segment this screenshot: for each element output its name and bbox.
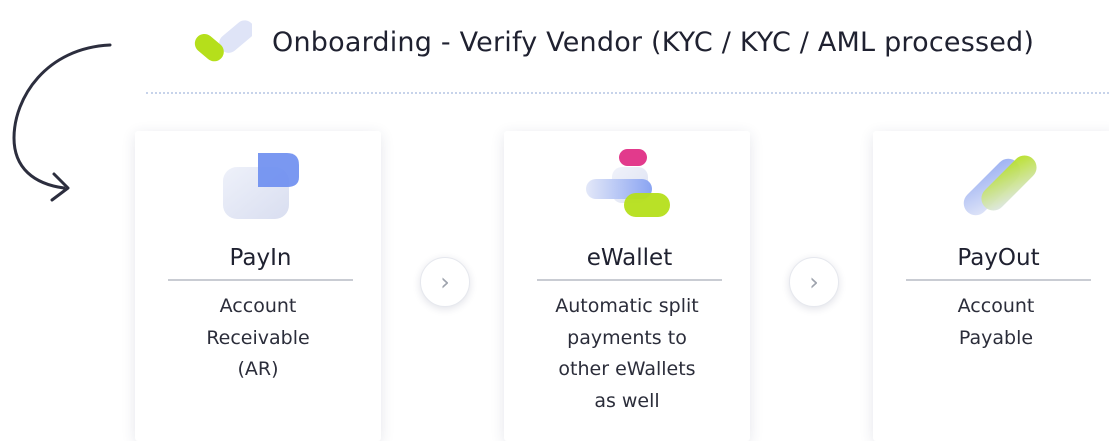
card-description: Account Payable (957, 295, 1035, 349)
header: Onboarding - Verify Vendor (KYC / KYC / … (190, 14, 1034, 70)
payout-card: PayOut Account Payable (873, 131, 1109, 441)
next-step-button[interactable]: › (789, 257, 839, 307)
payin-icon (223, 153, 299, 219)
next-step-button[interactable]: › (420, 257, 470, 307)
check-icon (190, 17, 255, 67)
curved-arrow-icon (12, 43, 112, 202)
card-description: Account Receivable (AR) (206, 295, 310, 380)
chevron-right-icon: › (440, 268, 450, 296)
ewallet-card: eWallet Automatic split payments to othe… (504, 131, 750, 441)
card-title: PayOut (906, 237, 1091, 281)
card-description: Automatic split payments to other eWalle… (555, 295, 699, 412)
chevron-right-icon: › (809, 268, 819, 296)
section-divider (146, 92, 1109, 94)
ewallet-icon (586, 149, 670, 217)
payin-card: PayIn Account Receivable (AR) (135, 131, 381, 441)
card-title: eWallet (537, 237, 722, 281)
payout-icon (963, 155, 1037, 216)
card-title: PayIn (168, 237, 353, 281)
page-title: Onboarding - Verify Vendor (KYC / KYC / … (272, 26, 1035, 58)
